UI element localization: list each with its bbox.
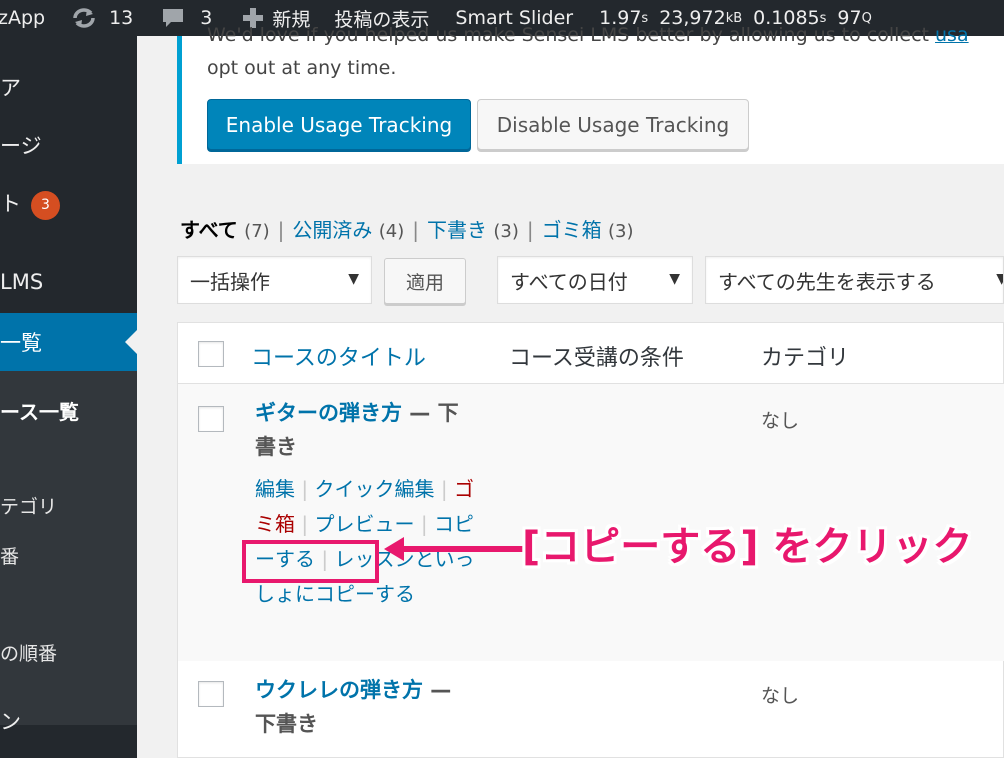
updates-count: 13	[109, 7, 134, 29]
edit-link[interactable]: 編集	[255, 477, 295, 501]
action-separator: |	[301, 512, 309, 536]
submenu-item-courses-label: ース一覧	[0, 400, 79, 424]
updates-link[interactable]: 13	[71, 0, 133, 36]
sidebar-item-5-label: ン	[0, 710, 21, 734]
sidebar-item-5[interactable]: ン	[0, 706, 137, 736]
teacher-filter-value: すべての先生を表示する	[718, 269, 936, 294]
sidebar-submenu: ース一覧 テゴリ 番 の順番	[0, 371, 137, 725]
filter-separator: |	[526, 218, 534, 242]
table-header: コースのタイトル コース受講の条件 カテゴリ	[178, 323, 1004, 384]
column-header-title[interactable]: コースのタイトル	[251, 340, 426, 372]
sidebar-item-sensei-lms-label: LMS	[0, 270, 44, 294]
submenu-item-lesson-order[interactable]: の順番	[0, 639, 57, 666]
sidebar-item-1[interactable]: ア	[0, 72, 137, 102]
notice-text-line2: opt out at any time.	[207, 57, 397, 79]
site-name: zApp	[0, 7, 46, 29]
date-filter-select[interactable]: すべての日付 ▼	[497, 256, 693, 304]
quick-edit-link[interactable]: クイック編集	[314, 477, 434, 501]
submenu-item-courses[interactable]: ース一覧	[0, 396, 79, 425]
submenu-item-lesson-order-label: の順番	[0, 643, 58, 665]
submenu-item-categories-label: テゴリ	[0, 496, 58, 518]
sidebar-item-1-label: ア	[0, 76, 21, 100]
highlight-box	[242, 540, 379, 583]
notice-link[interactable]: usa	[935, 24, 969, 46]
filter-drafts-count: (3)	[493, 221, 519, 242]
row-checkbox[interactable]	[198, 681, 224, 707]
filter-drafts[interactable]: 下書き	[427, 218, 487, 242]
usage-tracking-notice: We'd love if you helped us make Sensei L…	[177, 24, 1004, 164]
sidebar-item-3-label: ト	[0, 192, 21, 216]
comment-icon	[161, 7, 185, 29]
bulk-action-select[interactable]: 一括操作 ▼	[177, 256, 372, 304]
teacher-filter-select[interactable]: すべての先生を表示する ▼	[705, 256, 1004, 304]
filter-separator: |	[412, 218, 420, 242]
course-title-link[interactable]: ウクレレの弾き方	[255, 678, 423, 702]
sidebar-item-2[interactable]: ージ	[0, 130, 137, 160]
sidebar-item-2-label: ージ	[0, 134, 42, 158]
admin-sidebar: ア ージ ト3 LMS 一覧 ース一覧 テゴリ 番 の順番 ン	[0, 36, 137, 758]
filter-all[interactable]: すべて	[180, 218, 238, 242]
notice-text-line1: We'd love if you helped us make Sensei L…	[207, 24, 969, 46]
enable-usage-tracking-button[interactable]: Enable Usage Tracking	[207, 99, 471, 150]
action-separator: |	[301, 477, 309, 501]
dropdown-caret-icon: ▼	[669, 271, 680, 287]
action-separator: |	[420, 512, 428, 536]
preview-link[interactable]: プレビュー	[314, 512, 414, 536]
sidebar-item-sensei-lms[interactable]: LMS	[0, 270, 137, 294]
sidebar-item-3-badge: 3	[31, 190, 60, 220]
submenu-item-categories[interactable]: テゴリ	[0, 492, 57, 519]
comments-link[interactable]: 3	[161, 0, 212, 36]
filter-separator: |	[277, 218, 285, 242]
filter-trash[interactable]: ゴミ箱	[542, 218, 602, 242]
refresh-icon	[71, 7, 97, 29]
filter-all-count: (7)	[244, 221, 270, 242]
submenu-item-order[interactable]: 番	[0, 542, 19, 569]
filter-published[interactable]: 公開済み	[292, 218, 372, 242]
column-header-prerequisite: コース受講の条件	[509, 346, 684, 371]
course-title-link[interactable]: ギターの弾き方	[255, 401, 402, 425]
sidebar-item-current[interactable]: 一覧	[0, 313, 137, 371]
sidebar-item-current-label: 一覧	[0, 331, 42, 355]
dropdown-caret-icon: ▼	[996, 271, 1003, 287]
category-value: なし	[761, 685, 800, 707]
apply-button[interactable]: 適用	[384, 258, 466, 304]
site-name-link[interactable]: zApp	[0, 0, 45, 36]
date-filter-value: すべての日付	[510, 269, 628, 294]
row-checkbox[interactable]	[198, 406, 224, 432]
select-all-checkbox[interactable]	[198, 341, 224, 367]
annotation-text: [コピーする] をクリック	[522, 524, 973, 570]
filter-trash-count: (3)	[608, 221, 634, 242]
dropdown-caret-icon: ▼	[348, 271, 359, 287]
table-row: ウクレレの弾き方 — 下書き なし	[178, 661, 1004, 758]
category-value: なし	[761, 410, 800, 432]
row-title: ウクレレの弾き方 — 下書き	[255, 673, 475, 741]
row-title: ギターの弾き方 — 下書き	[255, 396, 475, 464]
sidebar-item-3[interactable]: ト3	[0, 188, 137, 220]
status-filter-links: すべて (7) | 公開済み (4) | 下書き (3) | ゴミ箱 (3)	[180, 214, 634, 243]
filter-published-count: (4)	[378, 221, 405, 242]
action-separator: |	[440, 477, 448, 501]
column-header-category: カテゴリ	[761, 346, 850, 371]
current-indicator-arrow	[125, 330, 137, 354]
submenu-item-order-label: 番	[0, 546, 20, 568]
bulk-action-value: 一括操作	[190, 269, 270, 294]
annotation-arrow-icon	[384, 537, 532, 561]
disable-usage-tracking-button[interactable]: Disable Usage Tracking	[477, 99, 749, 150]
